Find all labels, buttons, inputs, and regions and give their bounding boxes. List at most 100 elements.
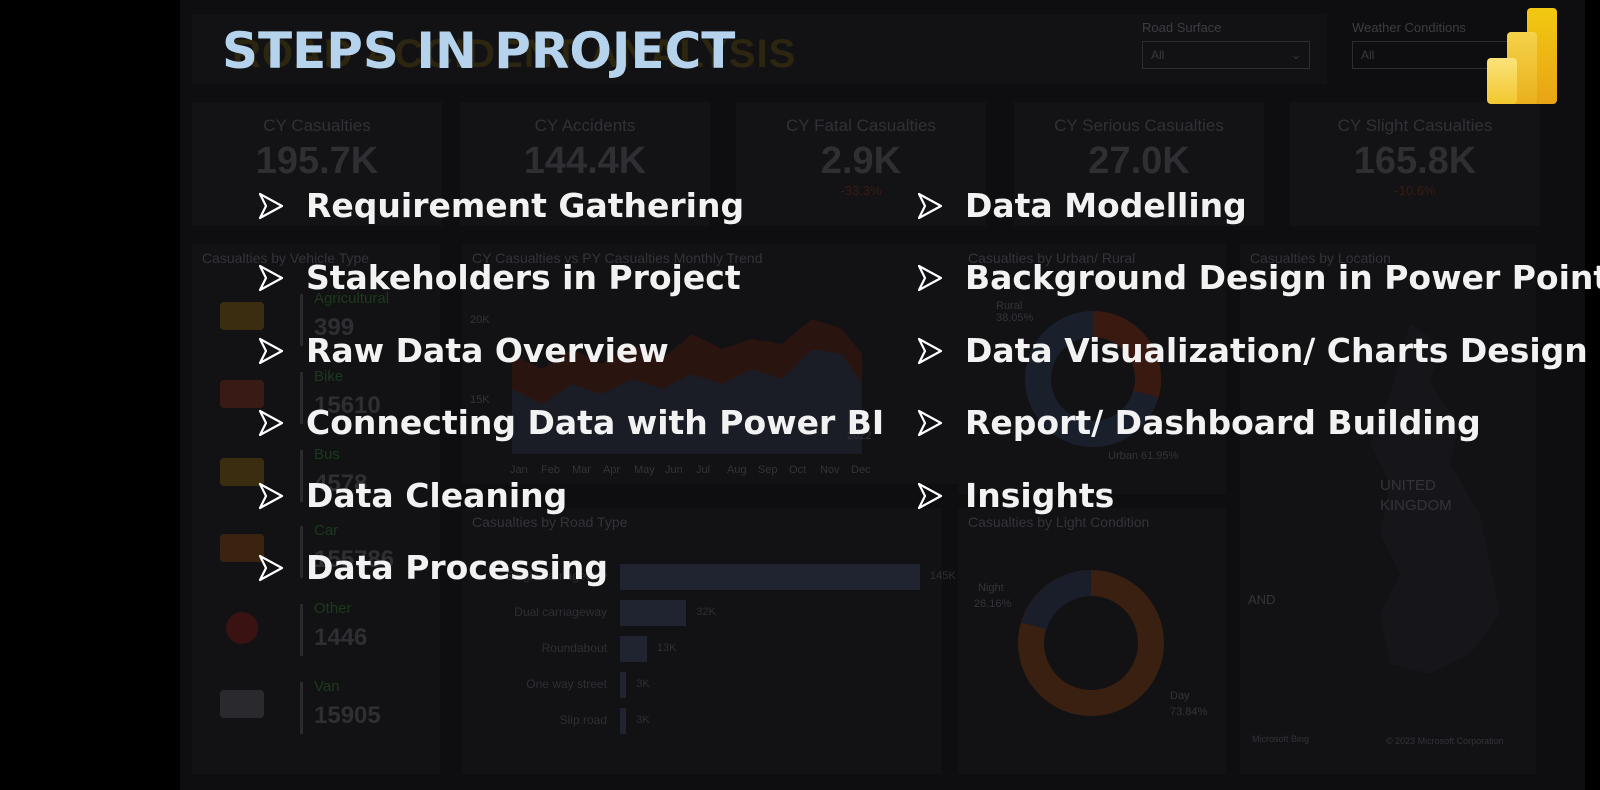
- step-text: Raw Data Overview: [306, 330, 669, 370]
- vehicle-name: Bike: [314, 368, 344, 385]
- arrowhead-bullet-icon: [917, 410, 943, 437]
- road-row: Dual carriageway 32K: [472, 600, 892, 626]
- arrowhead-bullet-icon: [258, 337, 284, 364]
- step-text: Connecting Data with Power BI: [306, 403, 885, 443]
- location-map-panel: Casualties by Location UNITED KINGDOM AN…: [1240, 244, 1536, 774]
- step-text: Insights: [965, 475, 1115, 515]
- map-attribution-left: Microsoft Bing: [1252, 734, 1310, 744]
- road-row: Roundabout 13K: [472, 636, 892, 662]
- panel-title: Casualties by Road Type: [472, 514, 628, 530]
- light-condition-donut: [1018, 570, 1164, 716]
- month-tick: Nov: [820, 464, 840, 476]
- kpi-value: 195.7K: [255, 140, 379, 182]
- tractor-icon: [220, 302, 264, 330]
- road-bar: [620, 600, 687, 626]
- step-text: Stakeholders in Project: [306, 258, 741, 298]
- month-tick: Jan: [510, 464, 528, 476]
- kpi-value: 144.4K: [523, 140, 647, 182]
- step-text: Data Visualization/ Charts Design: [965, 330, 1588, 370]
- day-percent: 73.84%: [1170, 706, 1208, 718]
- map-attribution-right: © 2023 Microsoft Corporation: [1386, 736, 1504, 746]
- kpi-delta: -33.3%: [840, 183, 882, 198]
- road-value: 3K: [636, 678, 650, 690]
- month-tick: Jun: [665, 464, 683, 476]
- road-label: One way street: [526, 677, 607, 691]
- vehicle-value: 15905: [314, 702, 381, 729]
- divider: [300, 604, 303, 656]
- urban-label: Urban 61.95%: [1108, 450, 1179, 462]
- vehicle-item: Other 1446: [202, 598, 402, 668]
- month-tick: Apr: [603, 464, 621, 476]
- vehicle-name: Bus: [314, 446, 340, 463]
- day-label: Day: [1170, 690, 1190, 702]
- road-label: Dual carriageway: [514, 605, 607, 619]
- van-icon: [220, 690, 264, 718]
- kpi-value: 2.9K: [820, 140, 902, 182]
- month-tick: Feb: [541, 464, 560, 476]
- step-text: Requirement Gathering: [306, 186, 745, 225]
- divider: [300, 526, 303, 578]
- left-margin: [0, 0, 180, 790]
- road-row: Slip road 3K: [472, 708, 892, 734]
- kpi-label: CY Slight Casualties: [1337, 116, 1493, 135]
- road-label: Slip road: [559, 713, 607, 727]
- road-value: 13K: [656, 642, 677, 654]
- kpi-label: CY Accidents: [534, 116, 636, 135]
- step-text: Data Processing: [306, 547, 608, 587]
- vehicle-value: 1446: [314, 624, 368, 651]
- divider: [300, 450, 303, 502]
- month-tick: Aug: [727, 464, 747, 476]
- map-country-partial-label: AND: [1248, 592, 1276, 607]
- kpi-delta: -10.6%: [1394, 183, 1436, 198]
- month-tick: May: [634, 464, 655, 476]
- vehicle-name: Car: [314, 522, 339, 539]
- chevron-down-icon: ⌄: [1290, 48, 1301, 62]
- step-text: Report/ Dashboard Building: [965, 403, 1481, 443]
- step-text: Data Cleaning: [306, 475, 568, 515]
- map-country-label: UNITED KINGDOM: [1380, 477, 1452, 514]
- kpi-card: CY Fatal Casualties 2.9K -33.3%: [736, 102, 986, 226]
- night-percent: 26.16%: [974, 598, 1012, 610]
- slicer-box: All ⌄: [1142, 41, 1310, 69]
- road-label: Roundabout: [541, 641, 607, 655]
- kpi-value: 165.8K: [1353, 140, 1477, 182]
- background-dashboard-image: ROAD ACCIDENT ANALYSIS Road Surface All ⌄…: [180, 0, 1585, 790]
- arrowhead-bullet-icon: [917, 192, 943, 220]
- slide: ROAD ACCIDENT ANALYSIS Road Surface All ⌄…: [0, 0, 1600, 790]
- kpi-card: CY Slight Casualties 165.8K -10.6%: [1290, 102, 1540, 226]
- slide-title: STEPS IN PROJECT: [222, 22, 736, 80]
- slicer-value: All: [1151, 48, 1165, 62]
- step-text: Data Modelling: [965, 186, 1247, 225]
- arrowhead-bullet-icon: [258, 410, 284, 437]
- slicer-label: Road Surface: [1142, 20, 1222, 35]
- road-bar: [620, 636, 647, 662]
- panel-title: Casualties by Light Condition: [968, 514, 1150, 530]
- y-tick: 20K: [470, 314, 490, 326]
- light-condition-panel: Casualties by Light Condition Night 26.1…: [958, 508, 1226, 774]
- slicer-value: All: [1361, 48, 1375, 62]
- prohibited-icon: [226, 612, 258, 644]
- vehicle-name: Other: [314, 600, 352, 617]
- vehicle-item: Van 15905: [202, 676, 402, 746]
- arrowhead-bullet-icon: [258, 265, 284, 292]
- arrowhead-bullet-icon: [258, 482, 284, 509]
- road-row: One way street 3K: [472, 672, 892, 698]
- motorbike-icon: [220, 380, 264, 408]
- road-value: 32K: [696, 606, 716, 618]
- arrowhead-bullet-icon: [258, 554, 284, 582]
- arrowhead-bullet-icon: [917, 265, 943, 292]
- divider: [300, 294, 303, 346]
- kpi-label: CY Fatal Casualties: [786, 116, 936, 135]
- kpi-label: CY Serious Casualties: [1054, 116, 1224, 135]
- road-value: 145K: [930, 570, 956, 582]
- arrowhead-bullet-icon: [917, 482, 943, 509]
- road-bar: [620, 708, 627, 734]
- arrowhead-bullet-icon: [917, 337, 943, 364]
- step-text: Background Design in Power Point: [965, 258, 1600, 298]
- divider: [300, 372, 303, 424]
- month-tick: Dec: [851, 464, 871, 476]
- vehicle-name: Van: [314, 678, 340, 695]
- month-tick: Mar: [572, 464, 591, 476]
- month-axis: Jan Feb Mar Apr May Jun Jul Aug Sep Oct Nov Dec: [510, 458, 882, 477]
- month-tick: Sep: [758, 464, 778, 476]
